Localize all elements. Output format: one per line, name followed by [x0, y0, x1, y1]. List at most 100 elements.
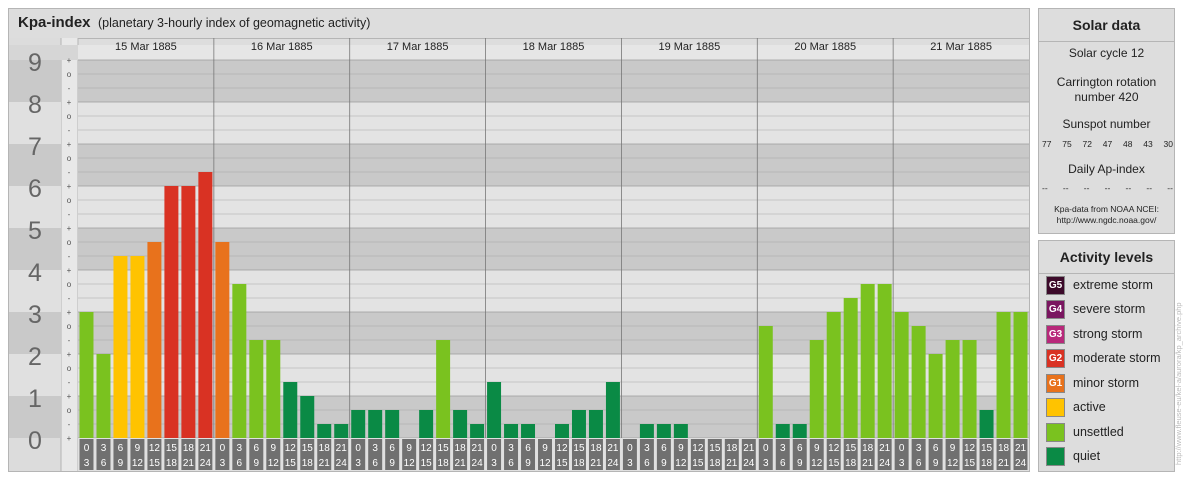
carrington-line-1: Carrington rotation: [1056, 75, 1157, 89]
kpa-bar: [385, 409, 400, 438]
sunspot-value: 75: [1062, 139, 1072, 149]
kpa-bar: [215, 241, 230, 438]
ap-index-title: Daily Ap-index: [1068, 162, 1145, 176]
y-minor-tick-label: o: [67, 154, 72, 163]
kpa-bar: [487, 382, 502, 438]
interval-end-label: 3: [220, 458, 226, 469]
day-label: 17 Mar 1885: [387, 41, 449, 53]
kpa-bar: [639, 424, 654, 438]
y-minor-tick-label: o: [67, 364, 72, 373]
kpa-bar-chart: 0123456789+-o+-o+-o+-o+-o+-o+-o+-o+-o+15…: [9, 38, 1029, 471]
y-minor-tick-label: o: [67, 322, 72, 331]
interval-start-label: 9: [135, 443, 141, 454]
y-minor-tick-label: o: [67, 238, 72, 247]
ap-value: --: [1125, 183, 1132, 193]
kpa-bar: [758, 325, 773, 438]
level-swatch: G5: [1046, 275, 1065, 295]
interval-start-label: 3: [101, 443, 107, 454]
interval-start-label: 9: [814, 443, 820, 454]
data-source-line-1: Kpa-data from NOAA NCEI:: [1054, 204, 1159, 214]
level-swatch: [1046, 446, 1065, 466]
interval-start-label: 18: [998, 443, 1010, 454]
source-url-watermark: http://www.fleuse-eu/kel-a/aurora/kp_arc…: [1174, 250, 1184, 465]
solar-data-title: Solar data: [1072, 17, 1141, 33]
interval-start-label: 9: [950, 443, 956, 454]
level-swatch: G3: [1046, 324, 1065, 344]
interval-end-label: 12: [539, 458, 551, 469]
interval-end-label: 21: [455, 458, 467, 469]
level-label: extreme storm: [1073, 278, 1153, 292]
interval-end-label: 24: [879, 458, 891, 469]
level-label: quiet: [1073, 449, 1101, 463]
y-tick-label: 3: [28, 301, 42, 329]
interval-start-label: 15: [166, 443, 178, 454]
kpa-bar: [843, 298, 858, 438]
sunspot-title: Sunspot number: [1062, 117, 1151, 131]
interval-start-label: 12: [964, 443, 976, 454]
interval-start-label: 18: [455, 443, 467, 454]
y-minor-tick-label: +: [67, 98, 72, 107]
interval-end-label: 3: [491, 458, 497, 469]
kpa-bar: [555, 424, 569, 438]
kpa-bar: [113, 256, 128, 438]
y-tick-label: 5: [28, 217, 42, 245]
kpa-bar: [300, 396, 315, 438]
kp-band: [78, 144, 1029, 186]
kpa-bar: [453, 409, 468, 438]
ap-value: --: [1042, 183, 1048, 193]
interval-start-label: 3: [916, 443, 922, 454]
interval-start-label: 0: [627, 443, 633, 454]
y-tick-label: 2: [28, 343, 42, 371]
kpa-bar: [232, 283, 247, 438]
y-tick-label: 8: [28, 91, 42, 119]
interval-end-label: 15: [828, 458, 840, 469]
y-minor-tick-label: +: [67, 56, 72, 65]
y-minor-tick-label: o: [67, 112, 72, 121]
interval-end-label: 3: [763, 458, 769, 469]
level-g2: G2 moderate storm: [1046, 348, 1161, 368]
kpa-bar: [317, 424, 332, 438]
interval-end-label: 9: [118, 458, 124, 469]
interval-start-label: 12: [149, 443, 161, 454]
ap-index-values: -- -- -- -- -- -- --: [1042, 183, 1173, 193]
kpa-bar: [860, 283, 875, 438]
interval-start-label: 3: [237, 443, 243, 454]
y-minor-tick-label: +: [67, 224, 72, 233]
interval-end-label: 21: [862, 458, 874, 469]
watermark-text: http://www.fleuse-eu/kel-a/aurora/kp_arc…: [1174, 302, 1183, 465]
interval-end-label: 15: [692, 458, 704, 469]
solar-title-divider: [1039, 41, 1174, 42]
interval-end-label: 6: [916, 458, 922, 469]
interval-start-label: 6: [118, 443, 124, 454]
interval-end-label: 12: [947, 458, 959, 469]
level-swatch: [1046, 422, 1065, 442]
interval-end-label: 21: [183, 458, 195, 469]
interval-end-label: 3: [84, 458, 90, 469]
interval-start-label: 6: [389, 443, 395, 454]
interval-end-label: 6: [237, 458, 243, 469]
y-minor-tick-label: -: [68, 168, 71, 177]
level-swatch: G2: [1046, 348, 1065, 368]
interval-start-label: 15: [302, 443, 314, 454]
interval-end-label: 6: [372, 458, 378, 469]
y-minor-tick-label: o: [67, 280, 72, 289]
solar-data-panel: Solar data Solar cycle 12 Carrington rot…: [1038, 8, 1175, 234]
interval-end-label: 24: [743, 458, 755, 469]
kpa-bar: [877, 283, 892, 438]
interval-start-label: 18: [726, 443, 738, 454]
interval-end-label: 15: [149, 458, 161, 469]
kpa-bar: [351, 409, 366, 438]
kpa-bar: [436, 340, 451, 438]
interval-start-label: 21: [336, 443, 348, 454]
interval-start-label: 9: [542, 443, 548, 454]
interval-end-label: 18: [573, 458, 585, 469]
kpa-bar: [419, 409, 434, 438]
interval-start-label: 12: [285, 443, 297, 454]
kpa-bar: [266, 340, 281, 438]
interval-end-label: 3: [899, 458, 905, 469]
y-tick-label: 0: [28, 427, 42, 455]
interval-end-label: 12: [404, 458, 416, 469]
interval-end-label: 12: [811, 458, 823, 469]
level-label: moderate storm: [1073, 351, 1161, 365]
interval-end-label: 3: [627, 458, 633, 469]
